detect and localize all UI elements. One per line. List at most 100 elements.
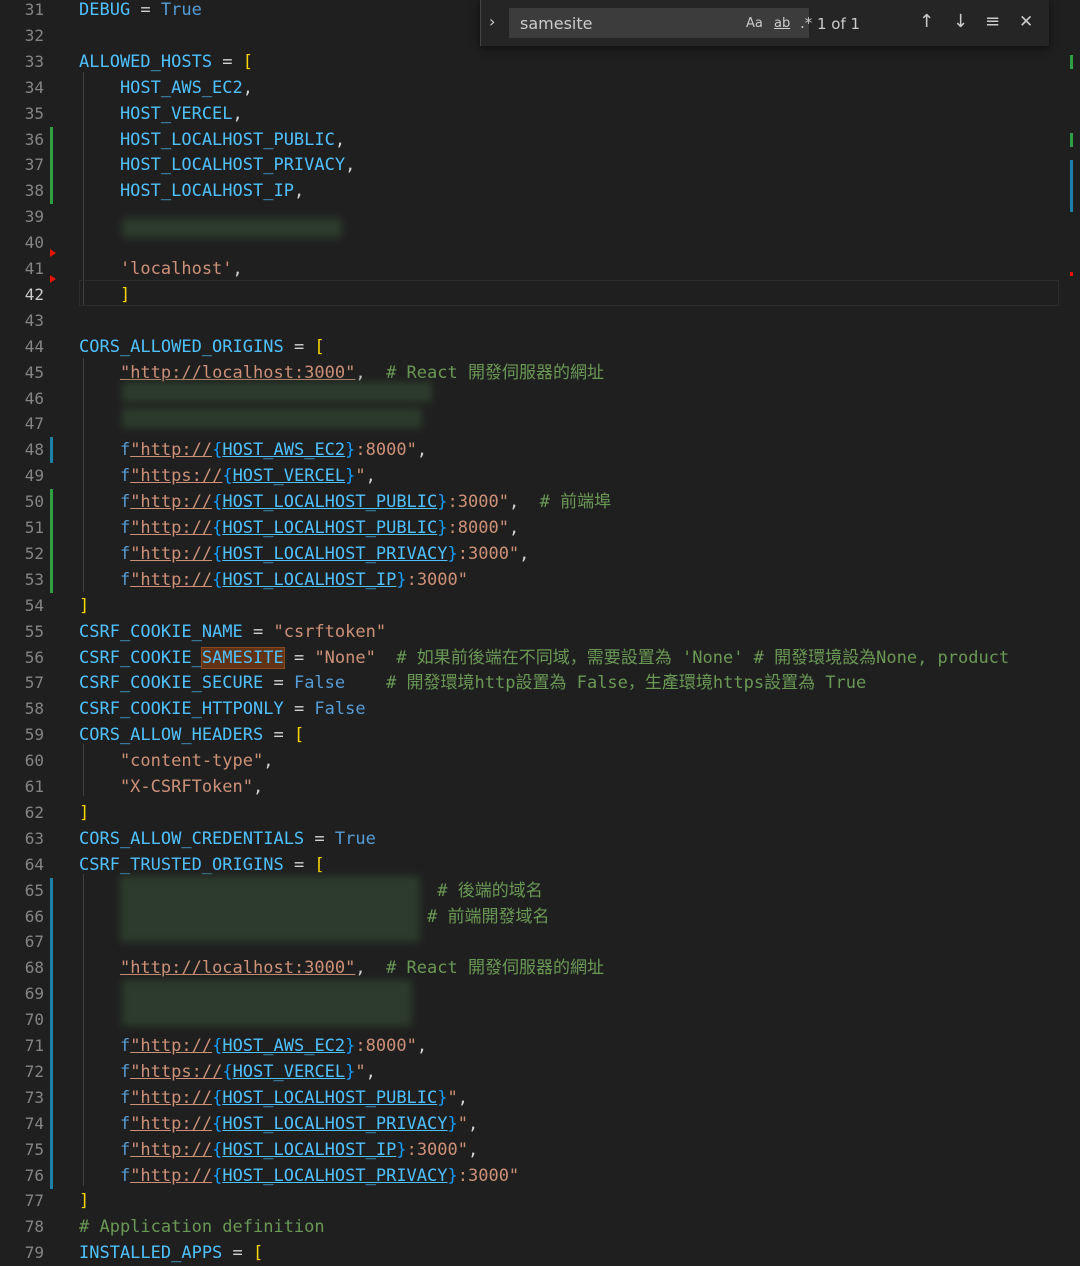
code-token: HOST_LOCALHOST_IP <box>222 569 397 590</box>
code-line[interactable]: 53 f"http://{HOST_LOCALHOST_IP}:3000" <box>0 566 1068 593</box>
diff-indicator[interactable] <box>50 437 53 464</box>
indent-guide <box>83 358 84 592</box>
code-line[interactable]: 48 f"http://{HOST_AWS_EC2}:8000", <box>0 437 1068 464</box>
diff-indicator[interactable] <box>50 1110 53 1137</box>
code-line[interactable]: 68 "http://localhost:3000", # React 開發伺服… <box>0 955 1068 982</box>
line-number: 50 <box>24 492 44 512</box>
diff-indicator[interactable] <box>50 903 53 930</box>
code-line[interactable]: 76 f"http://{HOST_LOCALHOST_PRIVACY}:300… <box>0 1162 1068 1189</box>
code-token: HOST_VERCEL <box>232 1061 346 1082</box>
code-token: = <box>283 336 315 357</box>
code-line[interactable]: 63 CORS_ALLOW_CREDENTIALS = True <box>0 826 1068 852</box>
code-line[interactable]: 52 f"http://{HOST_LOCALHOST_PRIVACY}:300… <box>0 540 1068 567</box>
next-match-icon[interactable]: ↓ <box>953 11 968 32</box>
code-token: , <box>468 1113 479 1134</box>
code-text: CSRF_COOKIE_NAME = "csrftoken" <box>79 619 386 645</box>
code-line[interactable]: 34 HOST_AWS_EC2, <box>0 75 1068 101</box>
code-line[interactable]: 57 CSRF_COOKIE_SECURE = False # 開發環境http設… <box>0 670 1068 696</box>
code-line[interactable]: 60 "content-type", <box>0 748 1068 774</box>
diff-indicator[interactable] <box>50 1084 53 1111</box>
code-line[interactable]: 36 HOST_LOCALHOST_PUBLIC, <box>0 126 1068 153</box>
diff-indicator[interactable] <box>50 1058 53 1085</box>
code-text: "content-type", <box>79 748 274 774</box>
match-case-icon[interactable]: Aa <box>746 16 763 31</box>
code-token: { <box>212 518 223 538</box>
code-token: = <box>212 51 243 72</box>
code-line[interactable]: 33 ALLOWED_HOSTS = [ <box>0 49 1068 75</box>
diff-indicator[interactable] <box>50 1162 53 1189</box>
code-line[interactable]: 35 HOST_VERCEL, <box>0 101 1068 127</box>
code-line[interactable]: 79 INSTALLED_APPS = [ <box>0 1240 1068 1266</box>
find-input-value: samesite <box>520 14 593 33</box>
match-whole-word-icon[interactable]: ab <box>774 16 790 31</box>
code-text: CSRF_TRUSTED_ORIGINS = [ <box>79 852 325 878</box>
diff-indicator[interactable] <box>50 929 53 956</box>
code-text: # Application definition <box>79 1214 325 1240</box>
previous-match-icon[interactable]: ↑ <box>919 11 934 32</box>
find-in-selection-icon[interactable]: ≡ <box>985 11 1000 32</box>
use-regex-icon[interactable]: .* <box>800 14 812 32</box>
find-input[interactable]: samesite Aa ab .* <box>509 8 812 38</box>
diff-indicator[interactable] <box>50 1136 53 1163</box>
diff-indicator[interactable] <box>50 489 53 516</box>
code-line[interactable]: 54] <box>0 593 1068 619</box>
code-line[interactable]: 56 CSRF_COOKIE_SAMESITE = "None" # 如果前後端在… <box>0 645 1068 671</box>
code-token: # React 開發伺服器的網址 <box>386 958 604 979</box>
code-line[interactable]: 49 f"https://{HOST_VERCEL}", <box>0 463 1068 489</box>
diff-indicator[interactable] <box>50 877 53 904</box>
line-number: 52 <box>24 543 44 563</box>
code-editor[interactable]: 31 DEBUG = True 32 33 ALLOWED_HOSTS = [34 HO… <box>0 0 1080 1263</box>
line-number: 31 <box>24 0 44 19</box>
code-line[interactable]: 64 CSRF_TRUSTED_ORIGINS = [ <box>0 852 1068 878</box>
diff-indicator[interactable] <box>50 1007 53 1034</box>
code-token: , <box>457 1087 469 1108</box>
code-token: "X-CSRFToken" <box>79 777 253 797</box>
code-token: "http:// <box>130 518 213 538</box>
code-line[interactable]: 55 CSRF_COOKIE_NAME = "csrftoken" <box>0 619 1068 645</box>
code-line[interactable]: 38 HOST_LOCALHOST_IP, <box>0 178 1068 205</box>
redacted-region <box>120 876 420 942</box>
code-token: = <box>263 673 294 694</box>
code-token: CSRF_COOKIE_SECURE <box>79 673 264 694</box>
code-token: ALLOWED_HOSTS <box>79 51 213 72</box>
code-line[interactable]: 41 'localhost', <box>0 256 1068 282</box>
code-token: [ <box>314 336 325 357</box>
diff-indicator[interactable] <box>50 955 53 982</box>
line-number: 36 <box>24 129 44 149</box>
code-token: # 如果前後端在不同域，需要設置為 'None' # 開發環境設為None, p… <box>375 647 1010 668</box>
code-line[interactable]: 51 f"http://{HOST_LOCALHOST_PUBLIC}:8000… <box>0 515 1068 541</box>
diff-indicator[interactable] <box>50 981 53 1008</box>
diff-indicator[interactable] <box>50 566 53 593</box>
code-line[interactable]: 37 HOST_LOCALHOST_PRIVACY, <box>0 152 1068 179</box>
code-line[interactable]: 75 f"http://{HOST_LOCALHOST_IP}:3000", <box>0 1136 1068 1163</box>
code-line[interactable]: 73 f"http://{HOST_LOCALHOST_PUBLIC}", <box>0 1084 1068 1111</box>
code-token: HOST_LOCALHOST_PUBLIC <box>222 1087 438 1108</box>
diff-indicator[interactable] <box>50 1033 53 1059</box>
diff-indicator[interactable] <box>50 152 53 179</box>
code-line[interactable]: 74 f"http://{HOST_LOCALHOST_PRIVACY}", <box>0 1110 1068 1137</box>
close-icon[interactable]: ✕ <box>1019 12 1033 32</box>
code-line[interactable]: 44 CORS_ALLOWED_ORIGINS = [ <box>0 334 1068 360</box>
diff-indicator[interactable] <box>50 178 53 205</box>
diff-indicator[interactable] <box>50 540 53 567</box>
code-token: # 開發環境http設置為 False，生產環境https設置為 True <box>345 673 867 694</box>
code-line[interactable]: 72 f"https://{HOST_VERCEL}", <box>0 1058 1068 1085</box>
code-token: :8000" <box>355 440 417 461</box>
code-line[interactable]: 77] <box>0 1188 1068 1214</box>
code-line[interactable]: 59 CORS_ALLOW_HEADERS = [ <box>0 722 1068 748</box>
code-line[interactable]: 71 f"http://{HOST_AWS_EC2}:8000", <box>0 1033 1068 1059</box>
diff-indicator[interactable] <box>50 126 53 153</box>
toggle-replace-icon[interactable]: › <box>489 12 495 31</box>
code-token: False <box>314 699 366 720</box>
code-line[interactable]: 78 # Application definition <box>0 1214 1068 1240</box>
code-line[interactable]: 43 <box>0 308 1068 334</box>
code-token: "http://localhost:3000" <box>119 362 356 383</box>
line-number: 38 <box>24 181 44 201</box>
code-line[interactable]: 58 CSRF_COOKIE_HTTPONLY = False <box>0 696 1068 722</box>
diff-indicator[interactable] <box>50 515 53 541</box>
code-line[interactable]: 50 f"http://{HOST_LOCALHOST_PUBLIC}:3000… <box>0 489 1068 516</box>
code-line[interactable]: 62] <box>0 800 1068 826</box>
code-line[interactable]: 61 "X-CSRFToken", <box>0 774 1068 800</box>
indent-guide <box>83 72 84 306</box>
code-token: # Application definition <box>79 1217 325 1238</box>
